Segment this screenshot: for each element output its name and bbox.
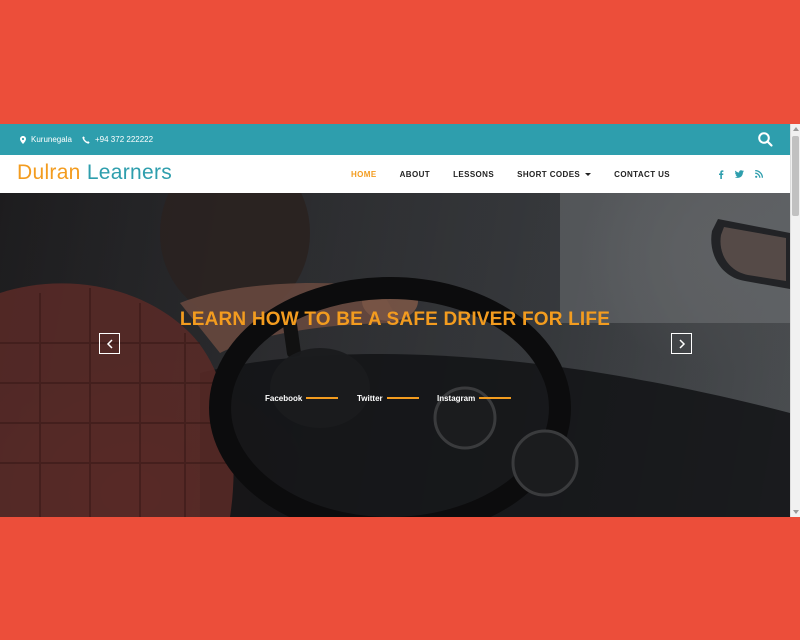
site-logo[interactable]: Dulran Learners bbox=[17, 161, 172, 185]
nav-item-contact-us[interactable]: CONTACT US bbox=[614, 170, 670, 179]
twitter-icon[interactable] bbox=[735, 170, 744, 178]
nav-item-about[interactable]: ABOUT bbox=[400, 170, 430, 179]
scroll-up-arrow-icon[interactable] bbox=[793, 127, 799, 131]
page-scrollbar[interactable] bbox=[790, 124, 800, 517]
hero-driving-image bbox=[0, 193, 790, 517]
nav-item-home[interactable]: HOME bbox=[351, 170, 377, 179]
facebook-icon[interactable] bbox=[718, 169, 724, 179]
logo-word-1: Dulran bbox=[17, 161, 81, 184]
phone-icon bbox=[82, 135, 90, 144]
location-info: Kurunegala bbox=[20, 124, 72, 155]
location-text: Kurunegala bbox=[31, 135, 72, 144]
search-button[interactable] bbox=[757, 131, 774, 148]
phone-info: +94 372 222222 bbox=[82, 124, 153, 155]
link-underline bbox=[479, 397, 512, 399]
hero-twitter-label: Twitter bbox=[357, 393, 383, 403]
scroll-thumb[interactable] bbox=[792, 136, 799, 216]
nav-item-lessons[interactable]: LESSONS bbox=[453, 170, 494, 179]
top-info-bar: Kurunegala +94 372 222222 bbox=[0, 124, 790, 155]
link-underline bbox=[306, 397, 339, 399]
hero-facebook-label: Facebook bbox=[265, 393, 303, 403]
link-underline bbox=[386, 397, 419, 399]
main-menu: HOME ABOUT LESSONS SHORT CODES CONTACT U… bbox=[351, 155, 693, 193]
rss-icon[interactable] bbox=[755, 170, 763, 178]
search-icon bbox=[758, 132, 773, 147]
chevron-right-icon bbox=[678, 338, 685, 349]
nav-social-icons bbox=[718, 155, 763, 193]
dropdown-caret-icon bbox=[585, 172, 592, 176]
website-frame: Kurunegala +94 372 222222 Dulran Learner… bbox=[0, 124, 800, 517]
phone-text: +94 372 222222 bbox=[95, 135, 154, 144]
hero-title: LEARN HOW TO BE A SAFE DRIVER FOR LIFE bbox=[179, 309, 611, 330]
map-pin-icon bbox=[20, 135, 26, 144]
hero-facebook-link[interactable]: Facebook bbox=[265, 392, 339, 404]
hero-slider: LEARN HOW TO BE A SAFE DRIVER FOR LIFE F… bbox=[0, 193, 790, 517]
hero-instagram-link[interactable]: Instagram bbox=[437, 392, 512, 404]
chevron-left-icon bbox=[106, 338, 113, 349]
slider-next-button[interactable] bbox=[671, 333, 692, 354]
nav-item-short-codes[interactable]: SHORT CODES bbox=[517, 170, 592, 179]
hero-instagram-label: Instagram bbox=[437, 393, 476, 403]
scroll-down-arrow-icon[interactable] bbox=[793, 510, 799, 514]
slider-prev-button[interactable] bbox=[99, 333, 120, 354]
hero-twitter-link[interactable]: Twitter bbox=[357, 392, 419, 404]
logo-word-2: Learners bbox=[86, 161, 173, 184]
main-navbar: Dulran Learners HOME ABOUT LESSONS SHORT… bbox=[0, 155, 790, 193]
